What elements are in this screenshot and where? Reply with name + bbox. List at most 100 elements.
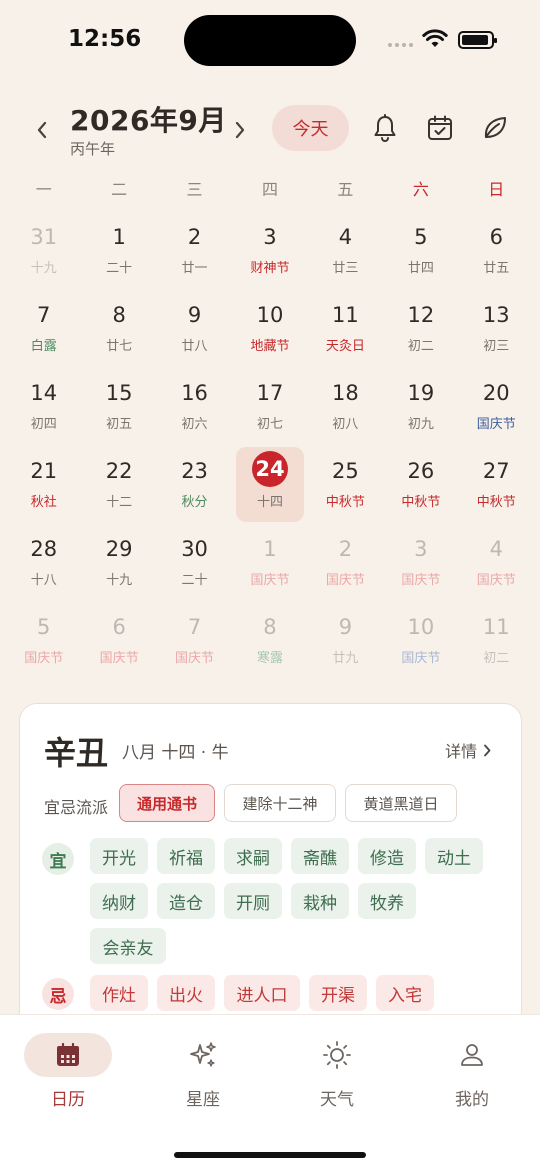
calendar-day[interactable]: 22 十二 (81, 446, 156, 524)
calendar-day[interactable]: 10 地藏节 (232, 290, 307, 368)
yi-chip[interactable]: 修造 (358, 838, 416, 874)
day-lunar-label: 国庆节 (24, 651, 64, 666)
calendar-day[interactable]: 3 国庆节 (383, 524, 458, 602)
calendar-day[interactable]: 10 国庆节 (383, 602, 458, 680)
calendar-day[interactable]: 4 国庆节 (459, 524, 534, 602)
day-lunar-label: 地藏节 (250, 339, 290, 354)
day-lunar-label: 十八 (30, 573, 57, 588)
calendar-day[interactable]: 12 初二 (383, 290, 458, 368)
details-link[interactable]: 详情 (445, 738, 491, 762)
calendar-day[interactable]: 14 初四 (6, 368, 81, 446)
tab-profile[interactable]: 我的 (407, 1033, 537, 1129)
calendar-day-selected[interactable]: 24 十四 (232, 446, 307, 524)
yi-chip[interactable]: 开光 (90, 838, 148, 874)
day-lunar-label: 国庆节 (476, 573, 516, 588)
calendar-day[interactable]: 21 秋社 (6, 446, 81, 524)
calendar-day[interactable]: 1 国庆节 (232, 524, 307, 602)
calendar-day[interactable]: 11 初二 (459, 602, 534, 680)
calendar-day[interactable]: 13 初三 (459, 290, 534, 368)
tab-horoscope[interactable]: 星座 (138, 1033, 268, 1129)
school-option-huangdao[interactable]: 黄道黑道日 (345, 784, 457, 822)
calendar-day[interactable]: 16 初六 (157, 368, 232, 446)
calendar-day[interactable]: 25 中秋节 (308, 446, 383, 524)
ji-chip[interactable]: 开渠 (309, 975, 367, 1011)
day-lunar-label: 白露 (30, 339, 57, 354)
calendar-day[interactable]: 7 白露 (6, 290, 81, 368)
calendar-day[interactable]: 9 廿九 (308, 602, 383, 680)
day-lunar-label: 寒露 (256, 651, 283, 666)
yi-chip[interactable]: 开厕 (224, 883, 282, 919)
ji-chip[interactable]: 作灶 (90, 975, 148, 1011)
calendar-day[interactable]: 29 十九 (81, 524, 156, 602)
dynamic-island (184, 15, 356, 66)
ji-badge: 忌 (42, 978, 74, 1010)
day-lunar-label: 廿九 (332, 651, 359, 666)
theme-button[interactable] (480, 112, 510, 144)
next-month-button[interactable] (228, 116, 252, 144)
yi-chip[interactable]: 祈福 (157, 838, 215, 874)
calendar-day[interactable]: 5 国庆节 (6, 602, 81, 680)
yi-chip[interactable]: 纳财 (90, 883, 148, 919)
ji-chip[interactable]: 出火 (157, 975, 215, 1011)
calendar-day[interactable]: 19 初九 (383, 368, 458, 446)
day-lunar-label: 十二 (106, 495, 133, 510)
yi-chip[interactable]: 牧养 (358, 883, 416, 919)
calendar-day[interactable]: 4 廿三 (308, 212, 383, 290)
status-bar: 12:56 (0, 0, 540, 80)
calendar-day[interactable]: 5 廿四 (383, 212, 458, 290)
weekday-label: 一 (35, 180, 52, 199)
month-title[interactable]: 2026年9月 (70, 99, 227, 139)
calendar-day[interactable]: 17 初七 (232, 368, 307, 446)
yi-chip[interactable]: 造仓 (157, 883, 215, 919)
tab-calendar[interactable]: 日历 (3, 1033, 133, 1129)
prev-month-button[interactable] (30, 116, 54, 144)
calendar-day[interactable]: 6 国庆节 (81, 602, 156, 680)
day-lunar-label: 国庆节 (325, 573, 365, 588)
day-lunar-label: 初八 (332, 417, 359, 432)
calendar-day[interactable]: 18 初八 (308, 368, 383, 446)
ji-chip[interactable]: 进人口 (224, 975, 300, 1011)
ji-chip[interactable]: 入宅 (376, 975, 434, 1011)
calendar-day[interactable]: 27 中秋节 (459, 446, 534, 524)
battery-icon (458, 31, 497, 49)
calendar-day[interactable]: 2 国庆节 (308, 524, 383, 602)
weekday-label: 三 (186, 180, 203, 199)
school-option-tongshu[interactable]: 通用通书 (119, 784, 215, 822)
person-icon (461, 1044, 483, 1066)
calendar-day[interactable]: 31 十九 (6, 212, 81, 290)
calendar-day[interactable]: 15 初五 (81, 368, 156, 446)
yi-chip[interactable]: 会亲友 (90, 928, 166, 964)
day-lunar-label: 二十 (181, 573, 208, 588)
calendar-day[interactable]: 20 国庆节 (459, 368, 534, 446)
day-number: 11 (332, 303, 359, 327)
yi-chip[interactable]: 栽种 (291, 883, 349, 919)
yi-chip[interactable]: 求嗣 (224, 838, 282, 874)
calendar-day[interactable]: 1 二十 (81, 212, 156, 290)
day-lunar-label: 中秋节 (476, 495, 516, 510)
day-lunar-label: 国庆节 (476, 417, 516, 432)
calendar-day[interactable]: 26 中秋节 (383, 446, 458, 524)
calendar-day[interactable]: 28 十八 (6, 524, 81, 602)
calendar-day[interactable]: 7 国庆节 (157, 602, 232, 680)
day-number: 15 (105, 381, 133, 405)
calendar-day[interactable]: 9 廿八 (157, 290, 232, 368)
tab-weather[interactable]: 天气 (272, 1033, 402, 1129)
day-lunar-label: 财神节 (250, 261, 290, 276)
reminder-button[interactable] (370, 112, 400, 144)
yi-chip[interactable]: 动土 (425, 838, 483, 874)
day-number: 2 (187, 225, 202, 249)
today-button[interactable]: 今天 (272, 105, 349, 151)
yi-chip[interactable]: 斋醮 (291, 838, 349, 874)
calendar-icon (57, 1042, 79, 1066)
calendar-day[interactable]: 6 廿五 (459, 212, 534, 290)
calendar-day[interactable]: 11 天灸日 (308, 290, 383, 368)
schedule-button[interactable] (425, 112, 455, 144)
calendar-day[interactable]: 8 廿七 (81, 290, 156, 368)
day-number: 19 (407, 381, 435, 405)
calendar-day[interactable]: 8 寒露 (232, 602, 307, 680)
school-option-jianchu[interactable]: 建除十二神 (224, 784, 336, 822)
calendar-day[interactable]: 2 廿一 (157, 212, 232, 290)
calendar-day[interactable]: 3 财神节 (232, 212, 307, 290)
calendar-day[interactable]: 30 二十 (157, 524, 232, 602)
calendar-day[interactable]: 23 秋分 (157, 446, 232, 524)
